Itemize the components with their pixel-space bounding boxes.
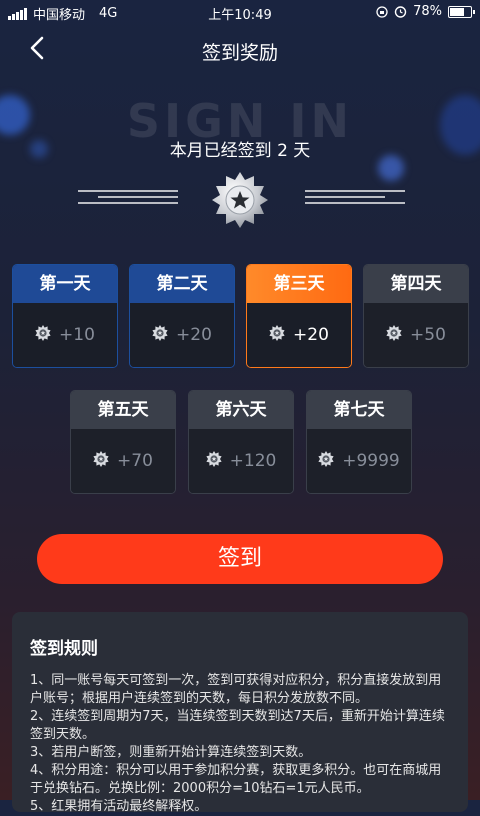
day-label: 第二天 bbox=[130, 265, 234, 303]
star-medal-icon bbox=[210, 170, 270, 230]
day-reward: +20 bbox=[247, 303, 351, 367]
rotation-lock-icon bbox=[376, 5, 388, 18]
rule-line: 5、红果拥有活动最终解释权。 bbox=[30, 799, 208, 814]
battery-percent: 78% bbox=[413, 4, 442, 19]
left-decoration-lines bbox=[78, 190, 178, 208]
rules-panel: 签到规则 1、同一账号每天可签到一次，签到可获得对应积分，积分直接发放到用户账号… bbox=[12, 612, 468, 814]
day-label: 第七天 bbox=[307, 391, 411, 429]
reward-value: +70 bbox=[117, 451, 153, 471]
day-card-4[interactable]: 第四天 +50 bbox=[363, 264, 469, 368]
rule-line: 1、同一账号每天可签到一次，签到可获得对应积分，积分直接发放到用户账号；根据用户… bbox=[30, 673, 442, 706]
coin-icon bbox=[152, 324, 168, 346]
coin-icon bbox=[386, 324, 402, 346]
day-reward: +70 bbox=[71, 429, 175, 493]
rule-line: 2、连续签到周期为7天，当连续签到天数到达7天后，重新开始计算连续签到天数。 bbox=[30, 709, 445, 742]
signed-days-text: 本月已经签到 2 天 bbox=[169, 141, 311, 161]
day-reward: +50 bbox=[364, 303, 468, 367]
day-reward: +120 bbox=[189, 429, 293, 493]
day-reward: +10 bbox=[13, 303, 117, 367]
page-title: 签到奖励 bbox=[201, 42, 278, 64]
coin-icon bbox=[318, 450, 334, 472]
day-card-7[interactable]: 第七天 +9999 bbox=[306, 390, 412, 494]
day-card-3[interactable]: 第三天 +20 bbox=[246, 264, 352, 368]
day-card-1[interactable]: 第一天 +10 bbox=[12, 264, 118, 368]
reward-value: +20 bbox=[293, 325, 329, 345]
coin-icon bbox=[269, 324, 285, 346]
battery-icon bbox=[448, 5, 475, 18]
day-label: 第三天 bbox=[247, 265, 351, 303]
day-reward: +20 bbox=[130, 303, 234, 367]
status-right: 78% bbox=[376, 4, 475, 19]
rules-title: 签到规则 bbox=[30, 639, 98, 659]
day-label: 第一天 bbox=[13, 265, 117, 303]
alarm-icon bbox=[394, 6, 407, 18]
day-reward: +9999 bbox=[307, 429, 411, 493]
coin-icon bbox=[35, 324, 51, 346]
day-card-2[interactable]: 第二天 +20 bbox=[129, 264, 235, 368]
nav-header: 签到奖励 bbox=[0, 28, 480, 72]
status-bar: 中国移动 4G 上午10:49 78% bbox=[0, 0, 480, 24]
rule-line: 3、若用户断签，则重新开始计算连续签到天数。 bbox=[30, 745, 312, 760]
right-decoration-lines bbox=[305, 190, 405, 208]
reward-value: +50 bbox=[410, 325, 446, 345]
sign-in-button[interactable]: 签到 bbox=[37, 534, 443, 584]
day-label: 第六天 bbox=[189, 391, 293, 429]
day-card-5[interactable]: 第五天 +70 bbox=[70, 390, 176, 494]
day-label: 第五天 bbox=[71, 391, 175, 429]
coin-icon bbox=[93, 450, 109, 472]
day-card-6[interactable]: 第六天 +120 bbox=[188, 390, 294, 494]
rule-line: 4、积分用途：积分可以用于参加积分赛，获取更多积分。也可在商城用于兑换钻石。兑换… bbox=[30, 763, 442, 796]
day-label: 第四天 bbox=[364, 265, 468, 303]
coin-icon bbox=[206, 450, 222, 472]
reward-value: +10 bbox=[59, 325, 95, 345]
reward-value: +20 bbox=[176, 325, 212, 345]
reward-value: +9999 bbox=[342, 451, 400, 471]
rules-text: 1、同一账号每天可签到一次，签到可获得对应积分，积分直接发放到用户账号；根据用户… bbox=[30, 672, 454, 816]
reward-value: +120 bbox=[229, 451, 277, 471]
